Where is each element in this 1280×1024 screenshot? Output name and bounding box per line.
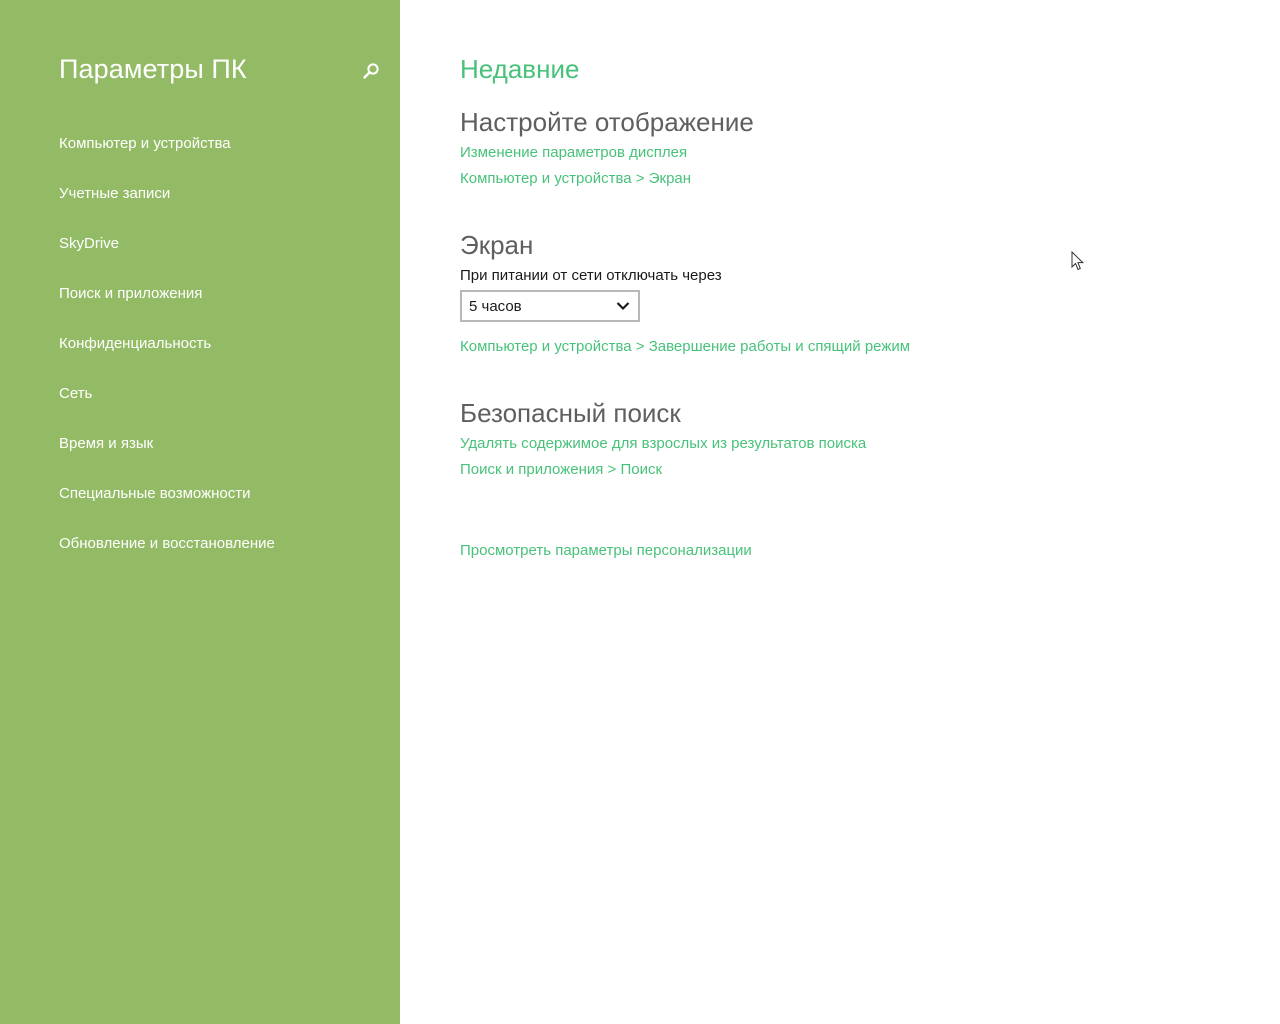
- display-path-link[interactable]: Компьютер и устройства > Экран: [460, 170, 691, 187]
- sidebar: Параметры ПК Компьютер и устройства Учет…: [0, 0, 400, 1024]
- search-button[interactable]: [360, 60, 382, 82]
- personalization-link[interactable]: Просмотреть параметры персонализации: [460, 542, 752, 559]
- display-settings-link[interactable]: Изменение параметров дисплея: [460, 144, 687, 161]
- sidebar-item-skydrive[interactable]: SkyDrive: [59, 234, 275, 284]
- pc-settings-window: Параметры ПК Компьютер и устройства Учет…: [0, 0, 1280, 1024]
- screen-timeout-value: 5 часов: [469, 298, 522, 315]
- sidebar-item-time-and-language[interactable]: Время и язык: [59, 434, 275, 484]
- search-icon: [363, 63, 379, 79]
- sidebar-item-network[interactable]: Сеть: [59, 384, 275, 434]
- power-sleep-path-link[interactable]: Компьютер и устройства > Завершение рабо…: [460, 338, 910, 355]
- screen-heading: Экран: [460, 230, 534, 260]
- display-heading: Настройте отображение: [460, 107, 754, 137]
- sidebar-item-search-and-apps[interactable]: Поиск и приложения: [59, 284, 275, 334]
- screen-timeout-label: При питании от сети отключать через: [460, 267, 722, 284]
- sidebar-item-ease-of-access[interactable]: Специальные возможности: [59, 484, 275, 534]
- app-title: Параметры ПК: [59, 54, 247, 84]
- sidebar-item-accounts[interactable]: Учетные записи: [59, 184, 275, 234]
- mouse-cursor-icon: [1071, 251, 1085, 271]
- search-path-link[interactable]: Поиск и приложения > Поиск: [460, 461, 662, 478]
- screen-timeout-select[interactable]: 5 часов: [460, 290, 640, 322]
- sidebar-nav: Компьютер и устройства Учетные записи Sk…: [59, 134, 275, 584]
- sidebar-item-pc-and-devices[interactable]: Компьютер и устройства: [59, 134, 275, 184]
- sidebar-item-privacy[interactable]: Конфиденциальность: [59, 334, 275, 384]
- safe-search-heading: Безопасный поиск: [460, 398, 681, 428]
- sidebar-item-update-and-recovery[interactable]: Обновление и восстановление: [59, 534, 275, 584]
- safe-search-link[interactable]: Удалять содержимое для взрослых из резул…: [460, 435, 866, 452]
- chevron-down-icon: [616, 302, 630, 311]
- section-title-recent: Недавние: [460, 54, 580, 84]
- main-content: Недавние Настройте отображение Изменение…: [460, 0, 1240, 1024]
